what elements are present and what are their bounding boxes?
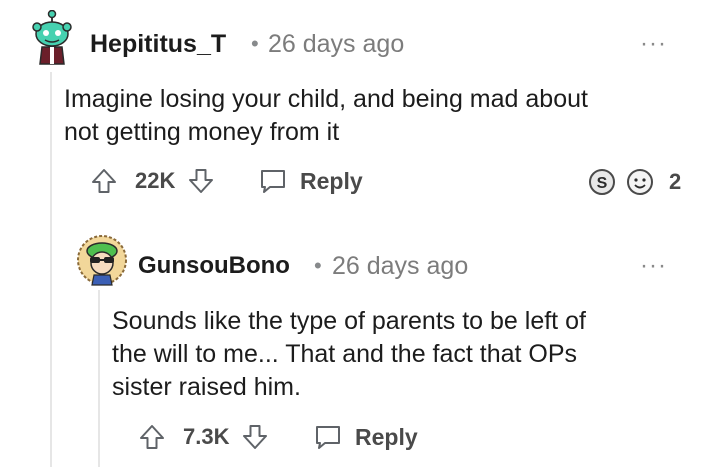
more-options-button[interactable]: ··· xyxy=(640,252,667,280)
comment-body: Imagine losing your child, and being mad… xyxy=(64,83,684,149)
separator-dot: • xyxy=(251,31,259,56)
timestamp: 26 days ago xyxy=(332,252,469,280)
avatar[interactable] xyxy=(76,233,128,287)
comment-line: not getting money from it xyxy=(64,118,340,146)
comment-line: Sounds like the type of parents to be le… xyxy=(112,307,586,335)
thread-line-outer[interactable] xyxy=(50,72,52,467)
awards-count: 2 xyxy=(669,169,682,194)
comment-line: Imagine losing your child, and being mad… xyxy=(64,85,588,113)
upvote-icon[interactable] xyxy=(138,423,166,451)
chat-bubble-icon xyxy=(313,423,343,451)
downvote-icon[interactable] xyxy=(187,167,215,195)
username[interactable]: Hepititus_T xyxy=(90,30,226,59)
vote-bar: 7.3K xyxy=(138,422,269,452)
separator-dot: • xyxy=(314,253,322,278)
comment-line: the will to me... That and the fact that… xyxy=(112,340,578,368)
awards[interactable]: S 2 xyxy=(588,168,681,196)
reply-label: Reply xyxy=(355,423,418,450)
reply-button[interactable]: Reply xyxy=(313,422,418,452)
wholesome-award-icon xyxy=(626,168,654,196)
thread-line-inner[interactable] xyxy=(98,290,100,467)
vote-count: 22K xyxy=(135,168,176,193)
downvote-icon[interactable] xyxy=(241,423,269,451)
timestamp: 26 days ago xyxy=(268,30,405,58)
more-options-button[interactable]: ··· xyxy=(640,30,667,58)
silver-award-icon: S xyxy=(588,168,616,196)
svg-text:S: S xyxy=(597,175,608,192)
avatar[interactable] xyxy=(30,9,74,66)
upvote-icon[interactable] xyxy=(90,167,118,195)
comment-body: Sounds like the type of parents to be le… xyxy=(112,305,692,404)
comment-line: sister raised him. xyxy=(112,373,301,401)
vote-count: 7.3K xyxy=(183,424,230,449)
vote-bar: 22K xyxy=(90,166,215,196)
chat-bubble-icon xyxy=(258,167,288,195)
reply-label: Reply xyxy=(300,167,363,194)
username[interactable]: GunsouBono xyxy=(138,252,290,280)
reply-button[interactable]: Reply xyxy=(258,166,363,196)
